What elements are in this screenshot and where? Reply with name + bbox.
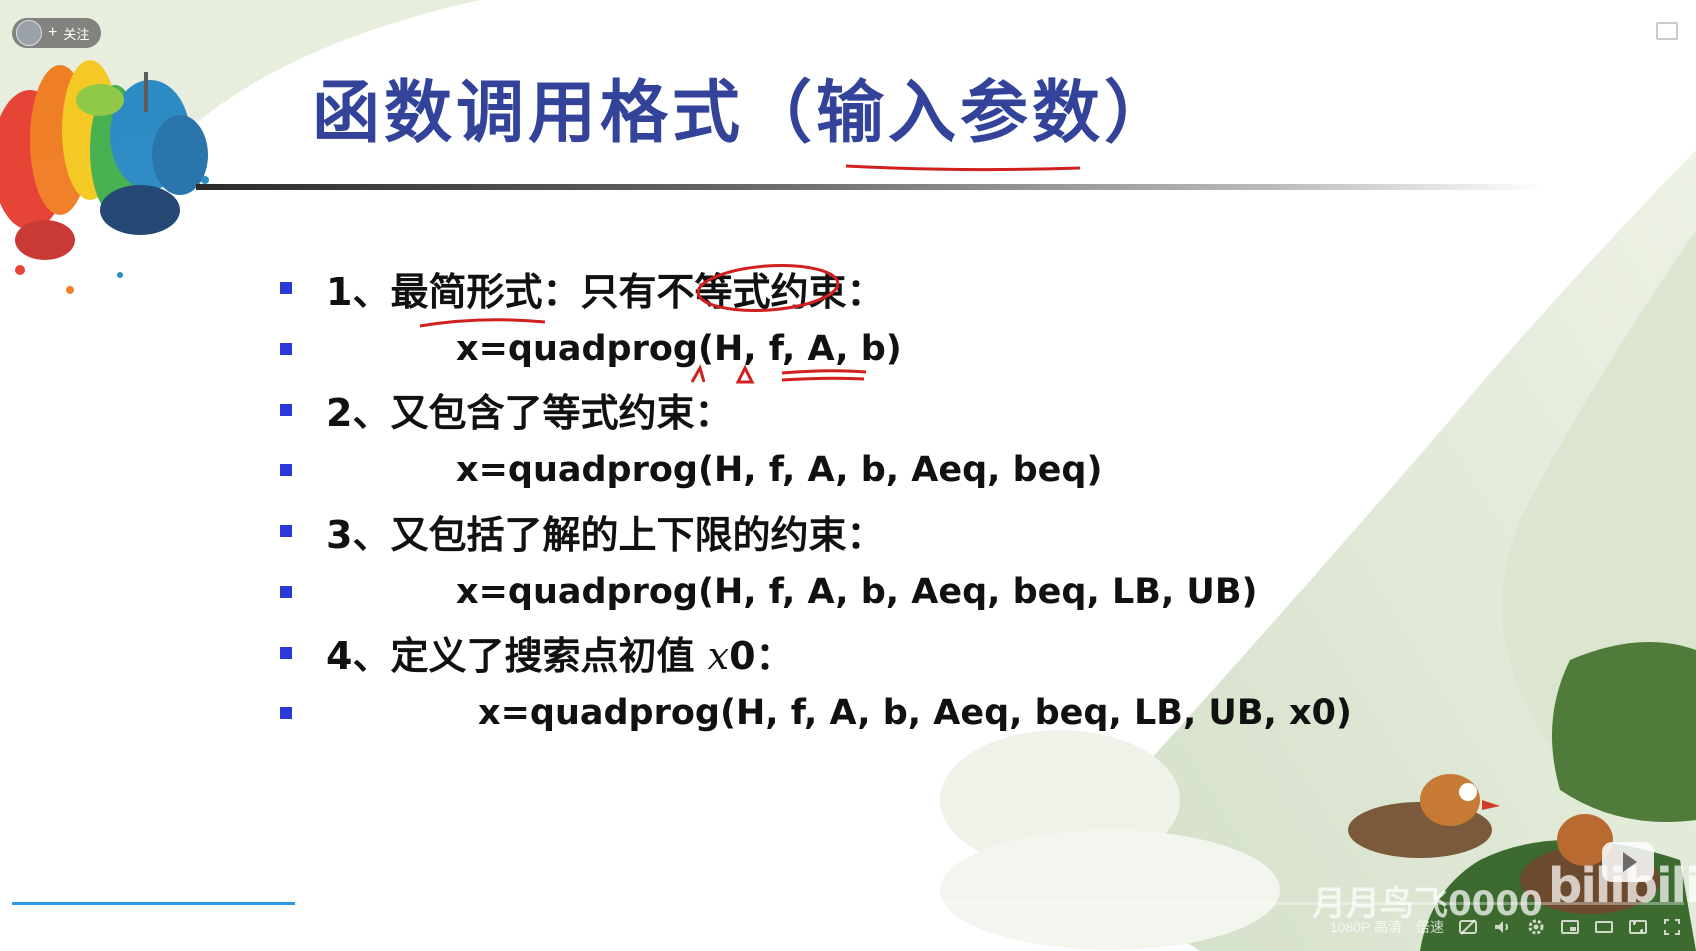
list-item-text: 2、又包含了等式约束：	[326, 391, 733, 435]
settings-icon[interactable]	[1526, 917, 1546, 937]
miniplayer-icon[interactable]	[1656, 22, 1678, 40]
current-time: 01:48	[56, 921, 92, 937]
fullscreen-icon[interactable]	[1662, 917, 1682, 937]
code-line: x=quadprog(H, f, A, b, Aeq, beq, LB, UB,…	[478, 693, 1352, 734]
follow-label: 关注	[63, 26, 90, 42]
bullet-icon	[280, 464, 292, 477]
progress-bar[interactable]	[12, 902, 1684, 905]
quality-button[interactable]: 1080P 高清	[1330, 917, 1402, 937]
progress-fill	[12, 902, 295, 905]
speed-button[interactable]: 倍速	[1416, 917, 1444, 937]
bullet-icon	[280, 403, 292, 416]
bullet-icon	[280, 342, 292, 355]
avatar-icon	[16, 20, 42, 46]
bullet-icon	[280, 282, 292, 294]
code-line: x=quadprog(H, f, A, b)	[456, 328, 902, 369]
danmaku-off-icon[interactable]	[1458, 917, 1478, 937]
bullet-icon	[280, 646, 292, 659]
list-item-text: 1、最简形式：只有不等式约束：	[326, 269, 885, 314]
time-display: 01:48 / 10:49	[56, 921, 138, 937]
time-separator: /	[91, 921, 103, 937]
volume-icon[interactable]	[1492, 917, 1512, 937]
bullet-icon	[280, 525, 292, 537]
title-divider	[196, 184, 1546, 190]
bullet-icon	[280, 585, 292, 598]
total-time: 10:49	[102, 921, 138, 937]
code-line: x=quadprog(H, f, A, b, Aeq, beq, LB, UB)	[456, 571, 1258, 612]
tv-logo-icon	[1602, 842, 1654, 882]
webfullscreen-icon[interactable]	[1628, 917, 1648, 937]
pip-icon[interactable]	[1560, 917, 1580, 937]
bullet-icon	[280, 707, 292, 720]
player-controls-right: 1080P 高清 倍速	[1330, 917, 1682, 937]
code-line: x=quadprog(H, f, A, b, Aeq, beq)	[456, 450, 1103, 491]
widescreen-icon[interactable]	[1594, 917, 1614, 937]
list-item-text: 4、定义了搜索点初值 x0：	[326, 634, 794, 678]
video-player[interactable]: + 关注 函数调用格式（输入参数） 1、最简形式：只有不等式约束： x=quad…	[0, 0, 1696, 951]
slide-title: 函数调用格式（输入参数）	[312, 74, 1177, 153]
follow-button[interactable]: + 关注	[12, 18, 102, 48]
plus-icon: +	[48, 24, 58, 41]
play-icon[interactable]	[22, 918, 46, 942]
list-item-text: 3、又包括了解的上下限的约束：	[326, 512, 885, 557]
